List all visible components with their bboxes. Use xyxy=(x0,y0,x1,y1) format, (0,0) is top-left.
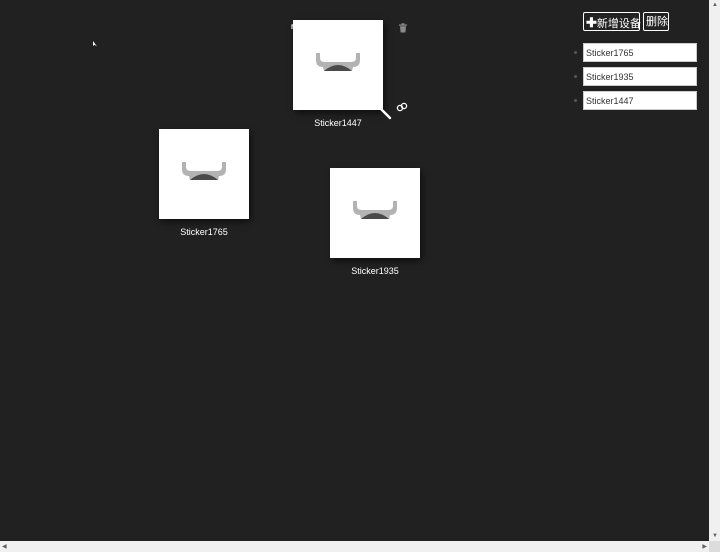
plus-icon: ✚ xyxy=(586,15,597,30)
bowl-icon xyxy=(316,53,360,71)
add-device-button[interactable]: ✚新增设备 xyxy=(583,12,641,31)
list-bullet xyxy=(574,75,577,78)
device-list-item xyxy=(574,67,697,86)
sticker-label: Sticker1935 xyxy=(351,266,399,276)
device-name-input[interactable] xyxy=(583,43,697,62)
sticker-card[interactable] xyxy=(159,129,249,219)
device-name-input[interactable] xyxy=(583,67,697,86)
mouse-cursor-icon xyxy=(93,34,98,47)
sticker-card[interactable] xyxy=(293,20,383,110)
scroll-left-icon[interactable]: ◀ xyxy=(2,544,7,550)
resize-handle-icon[interactable] xyxy=(378,106,394,122)
scroll-down-icon[interactable]: ▼ xyxy=(712,533,718,539)
device-name-input[interactable] xyxy=(583,91,697,110)
bowl-icon xyxy=(182,162,226,180)
add-device-label: 新增设备 xyxy=(596,18,641,30)
horizontal-scrollbar[interactable]: ◀ ▶ xyxy=(0,541,709,552)
vertical-scrollbar[interactable]: ▲ ▼ xyxy=(709,0,720,541)
device-list-item xyxy=(574,91,697,110)
trash-icon[interactable] xyxy=(398,20,408,33)
bowl-icon xyxy=(353,201,397,219)
scrollbar-corner xyxy=(709,541,720,552)
scroll-right-icon[interactable]: ▶ xyxy=(702,544,707,550)
sticker-card[interactable] xyxy=(330,168,420,258)
scroll-up-icon[interactable]: ▲ xyxy=(712,2,718,8)
link-icon[interactable] xyxy=(396,99,408,112)
list-bullet xyxy=(574,51,577,54)
list-bullet xyxy=(574,99,577,102)
delete-button[interactable]: 删除 xyxy=(643,12,669,31)
sticker-label: Sticker1765 xyxy=(180,227,228,237)
device-list-item xyxy=(574,43,697,62)
